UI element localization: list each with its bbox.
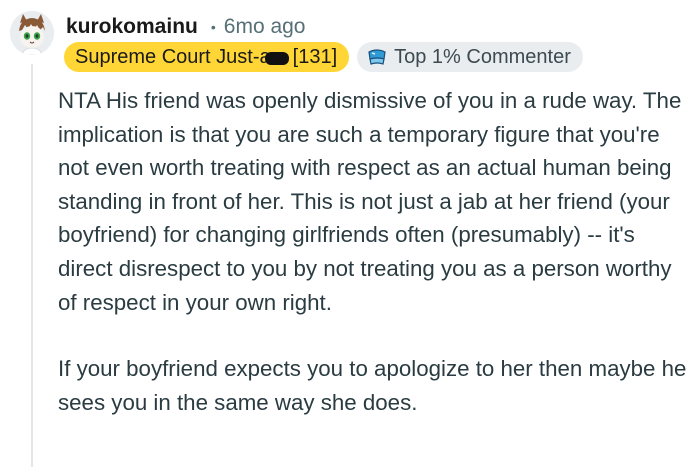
flair-count: [131] [292,46,338,68]
comment-body: NTA His friend was openly dismissive of … [58,84,693,419]
redacted-mark [264,51,289,65]
timestamp[interactable]: 6mo ago [224,15,306,39]
comment-paragraph-1: NTA His friend was openly dismissive of … [58,88,682,315]
comment-header: kurokomainu • 6mo ago [66,12,306,42]
top-commenter-badge[interactable]: Top 1% Commenter [357,42,583,72]
meta-separator: • [210,19,216,35]
username[interactable]: kurokomainu [66,15,198,39]
flair-row: Supreme Court Just-a [131] Top 1% Commen… [64,42,583,72]
avatar[interactable] [10,11,54,55]
user-flair: Supreme Court Just-a [131] [64,42,350,72]
comment-paragraph-2: If your boyfriend expects you to apologi… [58,356,687,415]
flair-text: Supreme Court Just-a [75,46,271,68]
badge-label: Top 1% Commenter [394,45,571,68]
top-commenter-icon [368,49,386,65]
thread-line[interactable] [31,64,33,467]
